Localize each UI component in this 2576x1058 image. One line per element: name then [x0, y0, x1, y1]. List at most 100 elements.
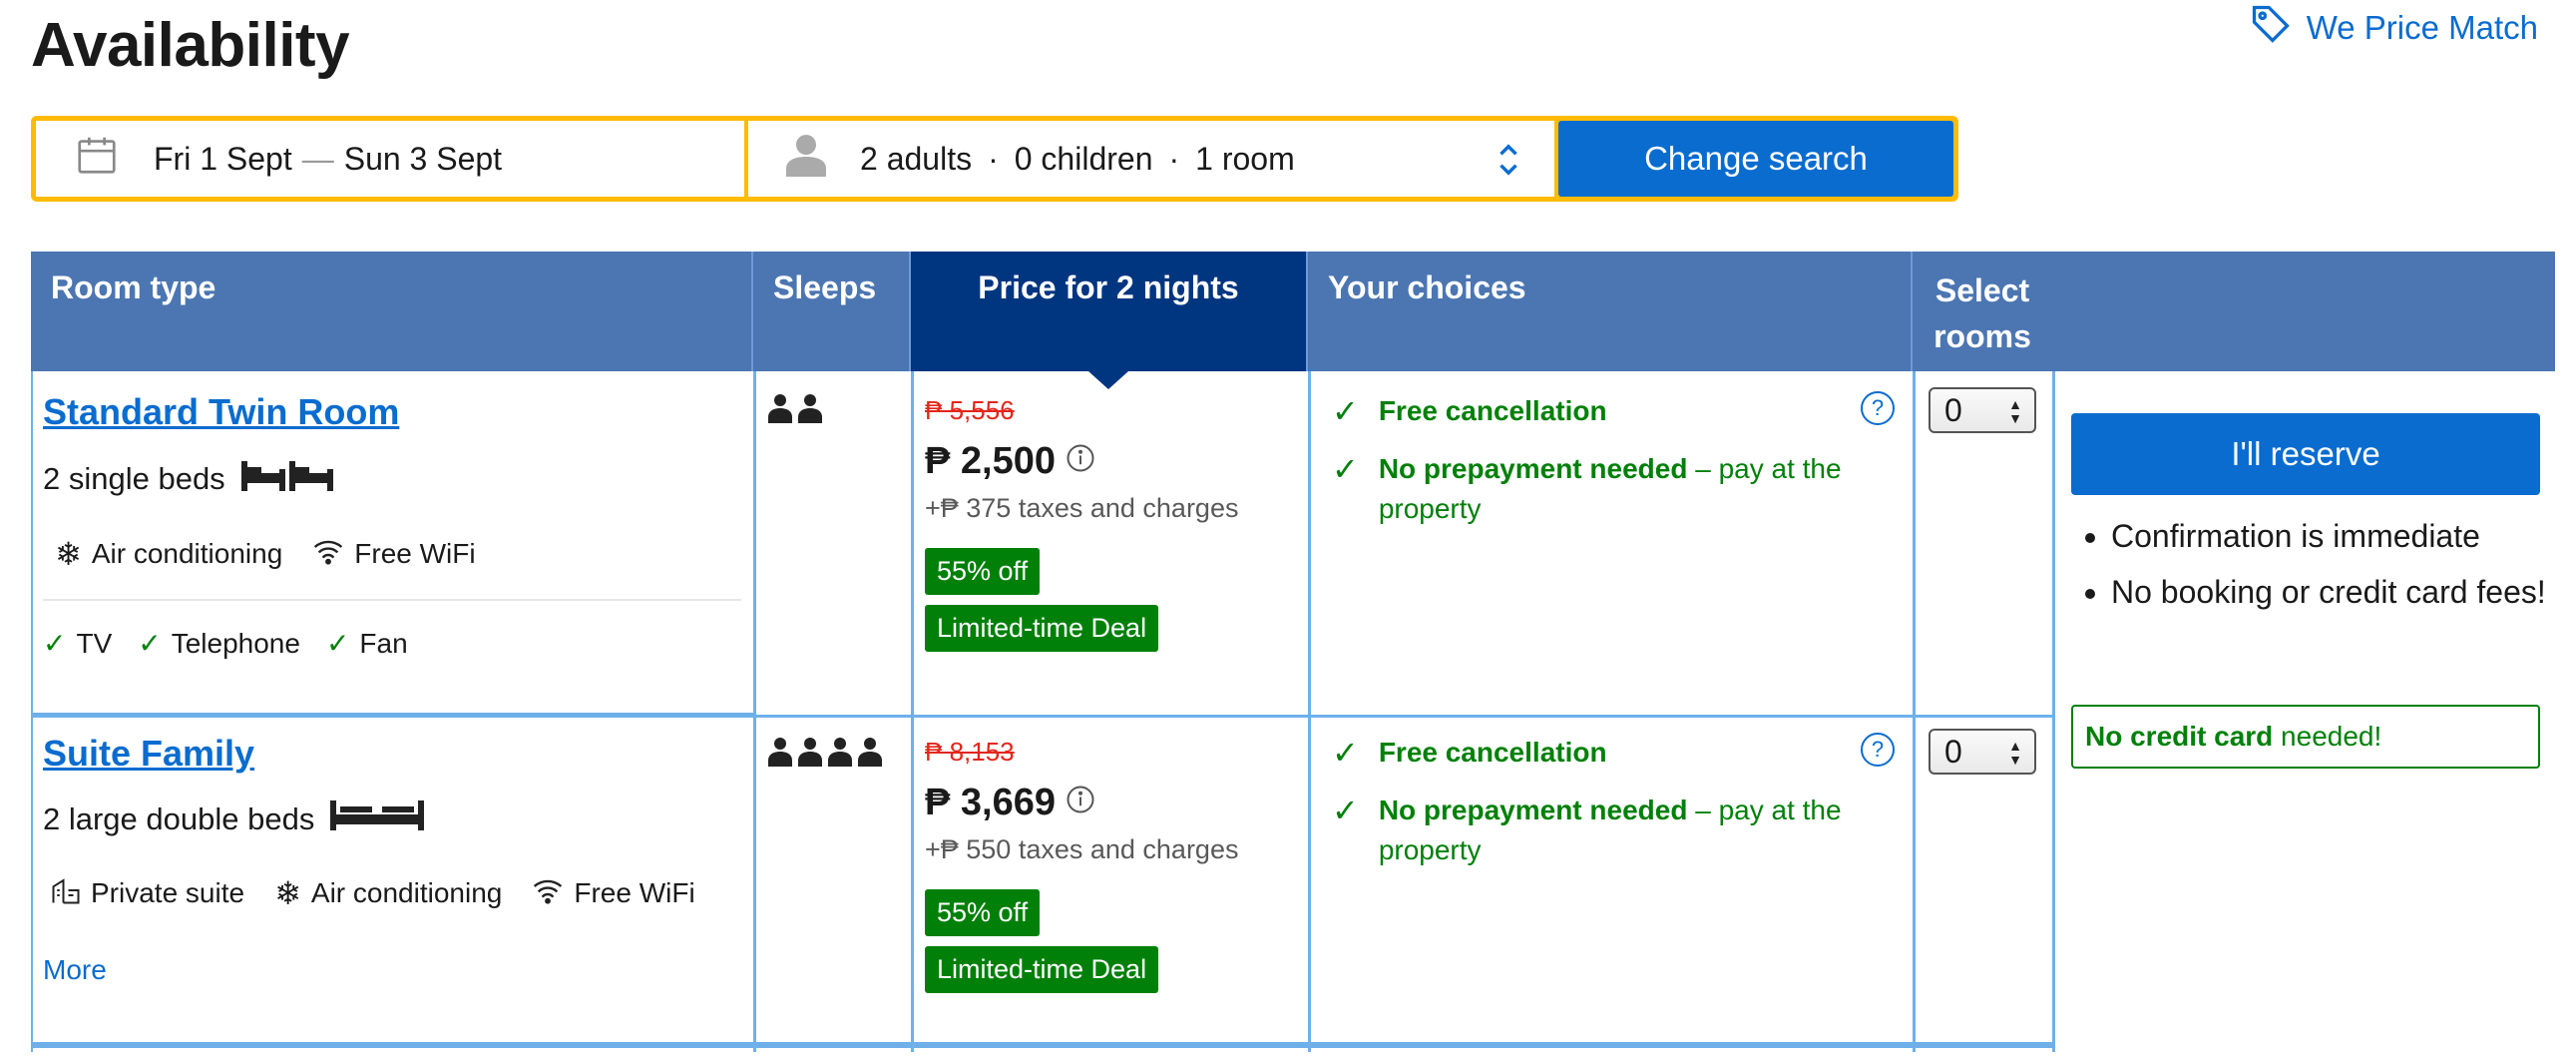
choice-label: Free cancellation — [1378, 737, 1607, 768]
discount-badge: 55% off — [925, 889, 1041, 936]
price-cell: ₱ 8,153 ₱ 3,669 +₱ 550 taxes and charges… — [925, 737, 1294, 993]
double-bed-icon — [328, 798, 426, 840]
guest-field[interactable]: 2 adults · 0 children · 1 room — [748, 121, 1554, 197]
current-price-row: ₱ 2,500 — [925, 440, 1294, 483]
check-icon: ✓ — [43, 628, 67, 659]
taxes-text: +₱ 550 taxes and charges — [925, 834, 1239, 864]
price-cell: ₱ 5,556 ₱ 2,500 +₱ 375 taxes and charges… — [925, 395, 1294, 652]
bed-description: 2 large double beds — [43, 801, 315, 836]
benefit-item: No booking or credit card fees! — [2111, 569, 2576, 615]
room-type-cell: Suite Family 2 large double beds Private… — [43, 733, 747, 986]
deal-badge: Limited-time Deal — [925, 946, 1159, 993]
extra-label: Fan — [359, 627, 408, 659]
date-field[interactable]: Fri 1 Sept — Sun 3 Sept — [36, 121, 744, 197]
facility-label: Free WiFi — [354, 538, 476, 569]
select-value: 0 — [1944, 391, 1962, 428]
wifi-icon — [312, 536, 344, 573]
check-icon: ✓ — [1332, 735, 1359, 771]
header-sleeps: Sleeps — [753, 252, 911, 371]
snowflake-icon: ❄ — [274, 875, 301, 911]
column-divider — [753, 371, 756, 1052]
room-name-link[interactable]: Standard Twin Room — [43, 391, 747, 433]
discount-badge: 55% off — [925, 548, 1041, 595]
extra-label: TV — [76, 627, 113, 659]
occupancy-icon — [767, 394, 825, 427]
check-icon: ✓ — [1332, 793, 1359, 828]
chevron-updown-icon — [1497, 143, 1520, 185]
separator-dot: · — [1168, 140, 1180, 177]
facility: Private suite — [51, 875, 244, 912]
reserve-button[interactable]: I'll reserve — [2071, 413, 2540, 495]
choice-label: Free cancellation — [1378, 395, 1607, 426]
bed-info: 2 single beds — [43, 457, 747, 501]
private-suite-icon — [51, 875, 81, 912]
column-divider — [1913, 371, 1916, 1052]
room-quantity-select[interactable]: 0 ▲ ▼ — [1929, 387, 2036, 433]
choice-free-cancellation: ✓ Free cancellation — [1332, 391, 1901, 431]
search-bar: Fri 1 Sept — Sun 3 Sept 2 adults · 0 chi… — [31, 116, 1958, 202]
help-icon[interactable]: ? — [1861, 733, 1895, 767]
benefit-item: Confirmation is immediate — [2111, 513, 2576, 559]
room-name-link[interactable]: Suite Family — [43, 733, 747, 775]
person-icon — [786, 133, 826, 185]
snowflake-icon: ❄ — [55, 536, 82, 572]
info-icon[interactable] — [1066, 782, 1095, 824]
facility-label: Air conditioning — [310, 877, 503, 908]
row-divider — [31, 1042, 2052, 1048]
price-match-link[interactable]: We Price Match — [2249, 2, 2538, 54]
change-search-button[interactable]: Change search — [1558, 121, 1953, 197]
price-match-label: We Price Match — [2306, 9, 2538, 46]
calendar-icon — [74, 132, 120, 186]
sleeps-cell — [767, 393, 825, 428]
column-divider — [911, 371, 914, 1052]
extra-label: Telephone — [171, 627, 300, 659]
facility-label: Free WiFi — [574, 877, 695, 908]
select-cell: 0 ▲ ▼ — [1929, 387, 2036, 433]
wifi-icon — [532, 875, 564, 912]
row-divider — [31, 713, 753, 718]
check-icon: ✓ — [1332, 393, 1359, 429]
current-price: ₱ 2,500 — [925, 440, 1056, 482]
help-icon[interactable]: ? — [1861, 391, 1895, 425]
more-link[interactable]: More — [43, 954, 747, 986]
info-icon[interactable] — [1066, 440, 1095, 483]
choice-label: No prepayment needed — [1378, 453, 1688, 484]
no-cc-bold: No credit card — [2085, 721, 2274, 752]
facility-label: Private suite — [91, 877, 245, 908]
room-type-cell: Standard Twin Room 2 single beds ❄ Air c… — [43, 391, 747, 660]
choices-cell: ✓ Free cancellation ✓ No prepayment need… — [1332, 733, 1901, 870]
date-separator: — — [301, 140, 334, 177]
row-divider — [753, 715, 2052, 718]
single-bed-icon — [239, 457, 335, 501]
column-divider — [1308, 371, 1311, 1052]
select-arrows-icon: ▲ ▼ — [2008, 396, 2022, 426]
extra-feature: ✓ Fan — [326, 627, 408, 660]
original-price: ₱ 5,556 — [925, 395, 1015, 425]
facility: ❄ Air conditioning — [55, 535, 282, 573]
header-choices: Your choices — [1308, 252, 1913, 371]
original-price: ₱ 8,153 — [925, 737, 1015, 767]
adults-count: 2 adults — [860, 140, 973, 177]
table-border — [31, 371, 33, 1052]
choice-no-prepayment: ✓ No prepayment needed – pay at the prop… — [1332, 791, 1901, 870]
current-price-row: ₱ 3,669 — [925, 782, 1294, 824]
extra-feature: ✓ Telephone — [138, 627, 300, 660]
room-quantity-select[interactable]: 0 ▲ ▼ — [1929, 729, 2036, 775]
reserve-column-header — [2052, 252, 2555, 371]
tag-icon — [2249, 2, 2293, 54]
no-credit-card-notice: No credit card needed! — [2071, 705, 2540, 769]
facility-label: Air conditioning — [91, 538, 283, 569]
column-divider — [2052, 371, 2055, 1052]
date-from: Fri 1 Sept — [154, 140, 292, 177]
divider — [43, 599, 741, 601]
choice-free-cancellation: ✓ Free cancellation — [1332, 733, 1901, 773]
choices-cell: ✓ Free cancellation ✓ No prepayment need… — [1332, 391, 1901, 529]
check-icon: ✓ — [1332, 451, 1359, 487]
date-to: Sun 3 Sept — [343, 140, 503, 177]
facility: Free WiFi — [532, 875, 695, 912]
select-arrows-icon: ▲ ▼ — [2008, 738, 2022, 768]
sleeps-cell — [767, 737, 885, 772]
choice-no-prepayment: ✓ No prepayment needed – pay at the prop… — [1332, 449, 1901, 529]
room-table: Room type Sleeps Price for 2 nights Your… — [31, 252, 2055, 1052]
check-icon: ✓ — [325, 628, 350, 659]
